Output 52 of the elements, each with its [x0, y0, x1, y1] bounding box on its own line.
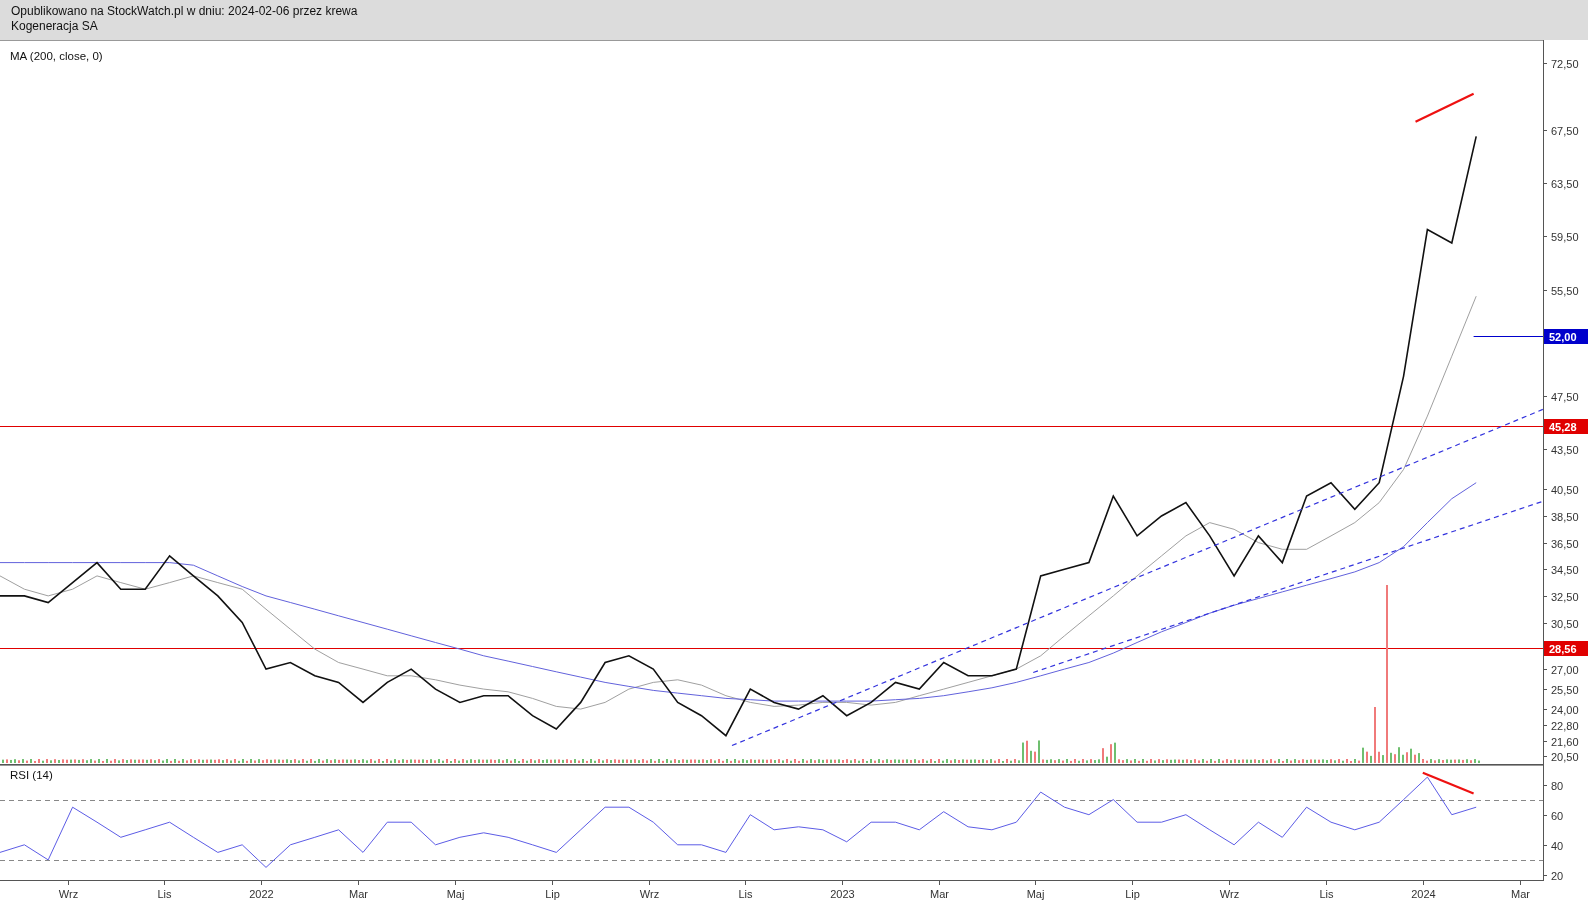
axis-label: 60 — [1551, 809, 1564, 822]
trend-line — [1415, 92, 1475, 123]
price-badge: 28,56 — [1544, 641, 1588, 656]
axis-label: 27,00 — [1551, 663, 1579, 676]
axis-label: Mar — [1511, 888, 1530, 900]
axis-label: 2022 — [249, 888, 274, 900]
company-name: Kogeneracja SA — [11, 19, 98, 34]
axis-label: Lis — [1319, 888, 1334, 900]
axis-label: 36,50 — [1551, 537, 1579, 550]
axis-label: Lip — [1125, 888, 1140, 900]
axis-label: 67,50 — [1551, 124, 1579, 137]
axis-label: 22,80 — [1551, 719, 1579, 732]
price-level-line — [1473, 336, 1544, 337]
axis-label: 20 — [1551, 869, 1564, 882]
axis-label: 55,50 — [1551, 284, 1579, 297]
axis-label: 38,50 — [1551, 510, 1579, 523]
axis-label: 80 — [1551, 779, 1564, 792]
axis-label: 32,50 — [1551, 590, 1579, 603]
axis-label: Wrz — [1219, 888, 1240, 900]
axis-label: 63,50 — [1551, 177, 1579, 190]
axis-label: 2024 — [1411, 888, 1436, 900]
axis-label: Wrz — [639, 888, 660, 900]
price-badge: 45,28 — [1544, 419, 1588, 434]
axis-label: Lis — [738, 888, 753, 900]
indicator-title: RSI (14) — [10, 769, 53, 781]
axis-label: 59,50 — [1551, 230, 1579, 243]
axis-label: 25,50 — [1551, 683, 1579, 696]
axis-label: Lip — [545, 888, 560, 900]
axis-label: 2023 — [830, 888, 855, 900]
price-badge: 52,00 — [1544, 329, 1588, 344]
ref-line-label: 28,56 — [1549, 642, 1577, 655]
axis-label: 40 — [1551, 839, 1564, 852]
axis-label: 30,50 — [1551, 617, 1579, 630]
axis-label: Lis — [157, 888, 172, 900]
axis-label: 72,50 — [1551, 57, 1579, 70]
axis-label: 40,50 — [1551, 483, 1579, 496]
axis-label: Wrz — [58, 888, 79, 900]
axis-label: Mar — [349, 888, 368, 900]
axis-label: Maj — [1026, 888, 1045, 900]
published-note: Opublikowano na StockWatch.pl w dniu: 2024-02-06 przez krewa — [11, 4, 358, 19]
axis-label: Mar — [930, 888, 949, 900]
axis-label: 21,60 — [1551, 735, 1579, 748]
axis-label: 20,50 — [1551, 750, 1579, 763]
axis-label: Maj — [446, 888, 465, 900]
axis-label: 43,50 — [1551, 443, 1579, 456]
divergence-line-drawing — [1422, 771, 1474, 795]
ref-line-label: 52,00 — [1549, 330, 1577, 343]
indicator-title: MA (200, close, 0) — [10, 50, 103, 62]
axis-label: 34,50 — [1551, 563, 1579, 576]
ref-line-label: 45,28 — [1549, 420, 1577, 433]
axis-label: 24,00 — [1551, 703, 1579, 716]
axis-label: 47,50 — [1551, 390, 1579, 403]
